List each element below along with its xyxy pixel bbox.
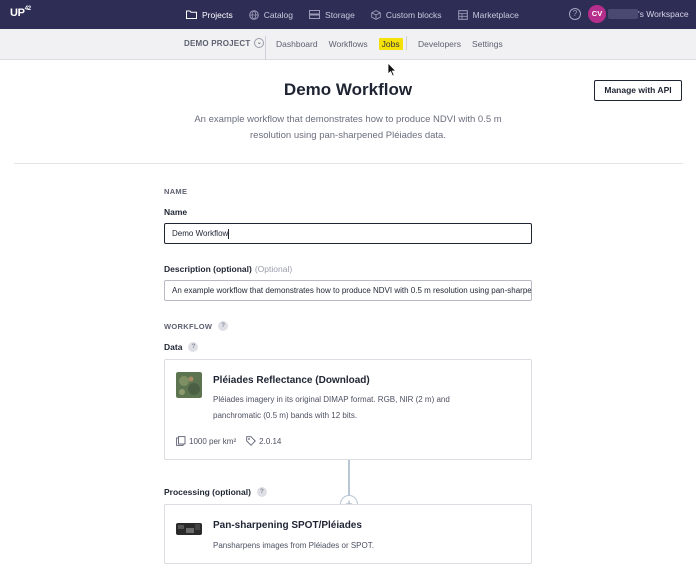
workflow-connector [348, 460, 350, 496]
processing-block-card[interactable]: Pan-sharpening SPOT/Pléiades Pansharpens… [164, 504, 532, 564]
text-caret [228, 228, 230, 239]
redacted-username [608, 9, 638, 19]
question-icon[interactable]: ? [188, 342, 199, 352]
help-icon[interactable]: ? [569, 8, 581, 20]
header-divider [14, 163, 683, 164]
page-description: An example workflow that demonstrates ho… [194, 114, 502, 141]
name-label: Name [164, 207, 188, 217]
description-input[interactable]: An example workflow that demonstrates ho… [164, 280, 532, 301]
nav-marketplace-label: Marketplace [472, 9, 519, 20]
name-section-heading: NAME [164, 187, 188, 196]
subnav-divider [406, 36, 407, 50]
data-block-meta: 1000 per km² 2.0.14 [176, 436, 291, 446]
nav-custom-blocks-label: Custom blocks [385, 9, 442, 20]
data-label-text: Data [164, 342, 183, 352]
price-text: 1000 per km² [189, 436, 237, 446]
nav-projects-label: Projects [202, 9, 233, 20]
page-title: Demo Workflow [283, 80, 413, 99]
tab-dashboard[interactable]: Dashboard [276, 39, 318, 49]
globe-icon [248, 9, 259, 20]
workflow-heading-text: WORKFLOW [164, 321, 213, 331]
mouse-cursor-icon [387, 62, 397, 77]
workspace-switcher[interactable]: 's Workspace [638, 9, 689, 19]
nav-custom-blocks[interactable]: Custom blocks [371, 10, 442, 20]
project-selector[interactable]: DEMO PROJECT ⌄ [184, 38, 265, 48]
question-icon[interactable]: ? [256, 487, 267, 497]
description-label-text: Description (optional) [164, 264, 252, 274]
project-name: DEMO PROJECT [184, 38, 251, 48]
logo-text: UP [10, 7, 25, 19]
block-thumbnail-image [176, 372, 202, 398]
block-thumbnail-image [176, 523, 202, 535]
name-input-value: Demo Workflow [172, 229, 229, 238]
price-item: 1000 per km² [176, 436, 236, 446]
nav-catalog-label: Catalog [263, 9, 294, 20]
nav-storage-label: Storage [325, 9, 355, 20]
top-navigation-bar: UP42 Projects Catalog Storage Custom blo… [0, 0, 696, 29]
data-label: Data ? [164, 342, 199, 352]
tab-settings[interactable]: Settings [472, 39, 503, 49]
project-subnav: Dashboard Workflows Jobs [276, 29, 414, 58]
version-item: 2.0.14 [246, 436, 281, 446]
credits-icon [176, 436, 186, 446]
nav-storage[interactable]: Storage [309, 10, 355, 20]
main-nav: Projects Catalog Storage Custom blocks M… [186, 0, 535, 29]
nav-projects[interactable]: Projects [186, 10, 233, 20]
tab-workflows[interactable]: Workflows [329, 39, 368, 49]
data-block-card[interactable]: Pléiades Reflectance (Download) Pléiades… [164, 359, 532, 460]
nav-catalog[interactable]: Catalog [248, 9, 294, 20]
folder-icon [186, 10, 197, 19]
subnav-divider [265, 36, 266, 60]
project-subnav-secondary: Developers Settings [418, 29, 514, 58]
store-icon [457, 9, 468, 20]
data-block-description: Pléiades imagery in its original DIMAP f… [213, 395, 450, 420]
manage-with-api-button[interactable]: Manage with API [594, 80, 682, 101]
cube-icon [371, 9, 381, 20]
version-text: 2.0.14 [259, 436, 282, 446]
description-label: Description (optional) (Optional) [164, 264, 292, 274]
project-subnav-bar: DEMO PROJECT ⌄ Dashboard Workflows Jobs … [0, 29, 696, 60]
processing-label-text: Processing (optional) [164, 487, 251, 497]
data-block-title: Pléiades Reflectance (Download) [213, 375, 370, 386]
nav-marketplace[interactable]: Marketplace [457, 9, 519, 20]
workflow-section-heading: WORKFLOW ? [164, 321, 229, 331]
chevron-down-icon: ⌄ [254, 38, 265, 48]
logo-superscript: 42 [24, 6, 31, 13]
question-icon[interactable]: ? [218, 321, 229, 331]
avatar[interactable]: CV [588, 5, 606, 23]
storage-icon [309, 10, 321, 19]
processing-label: Processing (optional) ? [164, 487, 267, 497]
tab-developers[interactable]: Developers [418, 39, 461, 49]
optional-hint: (Optional) [254, 264, 293, 274]
name-input[interactable]: Demo Workflow [164, 223, 532, 244]
up42-logo[interactable]: UP42 [10, 6, 31, 19]
tag-icon [246, 436, 257, 446]
processing-block-description: Pansharpens images from Pléiades or SPOT… [213, 541, 374, 550]
processing-block-title: Pan-sharpening SPOT/Pléiades [213, 520, 362, 531]
tab-jobs[interactable]: Jobs [378, 37, 403, 50]
